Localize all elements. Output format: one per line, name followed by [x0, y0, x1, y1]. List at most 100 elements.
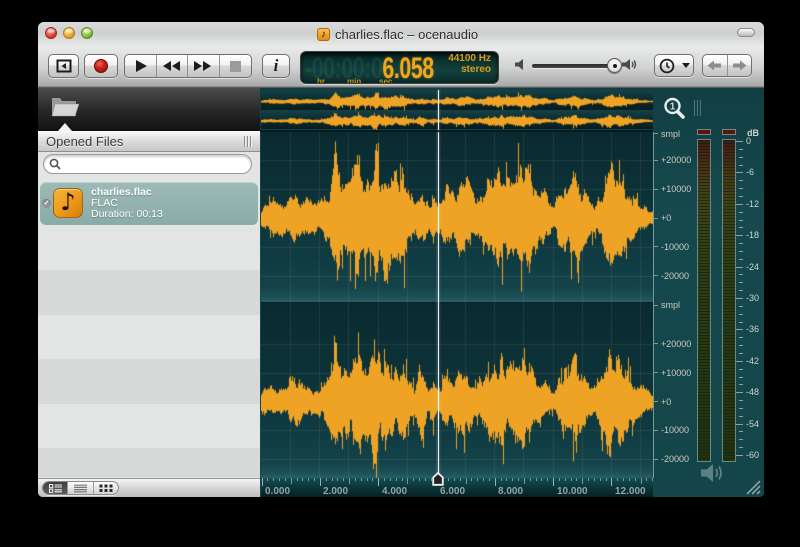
- db-tick: [739, 306, 743, 307]
- ruler-label: 4.000: [382, 486, 407, 497]
- sidebar-toggle-button[interactable]: [48, 54, 79, 78]
- ruler-tick: [495, 478, 496, 486]
- ruler-tick: [297, 478, 298, 481]
- db-label: -42: [746, 356, 759, 366]
- time-ruler[interactable]: 0.0002.0004.0006.0008.00010.00012.000: [261, 478, 653, 497]
- file-meta: charlies.flac FLAC Duration: 00:13: [91, 187, 163, 221]
- view-mode-grid-button[interactable]: [94, 482, 118, 494]
- lcd-sample-rate: 44100 Hz: [448, 54, 491, 65]
- ruler-tick: [477, 478, 478, 481]
- ruler-label: 10.000: [557, 486, 588, 497]
- empty-row: [38, 404, 260, 449]
- history-forward-button[interactable]: [728, 55, 752, 76]
- opened-files-folder-icon[interactable]: [50, 94, 80, 119]
- db-label: -60: [746, 450, 759, 460]
- play-button[interactable]: [125, 55, 157, 77]
- db-tick: [739, 220, 743, 221]
- lcd-unit-min: min: [347, 77, 361, 85]
- db-tick: [739, 196, 743, 197]
- zoom-button[interactable]: [81, 27, 93, 39]
- view-mode-detailed-button[interactable]: [43, 482, 68, 494]
- stop-icon: [230, 61, 241, 72]
- ruler-tick: [541, 478, 542, 481]
- db-tick: [739, 431, 743, 432]
- ruler-tick: [565, 478, 566, 481]
- ruler-tick: [489, 478, 490, 481]
- file-duration: Duration: 00:13: [91, 209, 163, 220]
- zoom-one-to-one-icon[interactable]: 1: [662, 96, 688, 122]
- ruler-tick: [506, 478, 507, 481]
- playback-time-menu-button[interactable]: [654, 54, 694, 77]
- ruler-label: 2.000: [323, 486, 348, 497]
- db-tick: [736, 235, 743, 236]
- minimize-button[interactable]: [63, 27, 75, 39]
- amplitude-tick: [654, 372, 658, 373]
- db-tick: [736, 455, 743, 456]
- amplitude-tick: [654, 275, 658, 276]
- ruler-tick: [267, 478, 268, 481]
- window-title-group: ♪ charlies.flac – ocenaudio: [317, 26, 478, 42]
- clock-icon: [659, 58, 675, 74]
- history-back-button[interactable]: [703, 55, 728, 76]
- amplitude-label: +20000: [661, 155, 691, 165]
- db-tick: [739, 377, 743, 378]
- db-tick: [736, 172, 743, 173]
- clip-indicator-right: [722, 129, 736, 135]
- waveform-plot[interactable]: [261, 132, 653, 479]
- ruler-tick: [576, 478, 577, 481]
- db-tick: [736, 298, 743, 299]
- ruler-tick: [652, 478, 653, 481]
- ruler-tick: [326, 478, 327, 481]
- ruler-tick: [559, 478, 560, 481]
- playhead-marker[interactable]: [432, 472, 444, 486]
- monitor-speaker-icon[interactable]: [700, 462, 728, 484]
- amplitude-tick: [654, 218, 658, 219]
- db-tick: [736, 204, 743, 205]
- panel-drag-grip[interactable]: [244, 136, 253, 147]
- ruler-tick: [536, 478, 537, 481]
- db-tick: [739, 416, 743, 417]
- amplitude-tick: [654, 401, 658, 402]
- db-tick: [739, 180, 743, 181]
- amplitude-label: smpl: [661, 300, 680, 310]
- fast-forward-button[interactable]: [188, 55, 220, 77]
- panel-title: Opened Files: [46, 134, 123, 149]
- ruler-tick: [454, 478, 455, 481]
- amplitude-label: -20000: [661, 271, 689, 281]
- selected-file-item[interactable]: ✓ ♪ charlies.flac FLAC Duration: 00:13: [40, 182, 258, 225]
- toolbar-toggle-lozenge[interactable]: [737, 28, 755, 37]
- empty-row: [38, 226, 260, 271]
- overview-strip[interactable]: [261, 90, 653, 130]
- ruler-tick: [332, 478, 333, 481]
- search-input[interactable]: [43, 154, 252, 174]
- amplitude-label: +10000: [661, 368, 691, 378]
- amplitude-label: smpl: [661, 129, 680, 139]
- view-mode-list-button[interactable]: [68, 482, 93, 494]
- ruler-tick: [355, 478, 356, 481]
- meter-panel-grip[interactable]: [694, 100, 703, 116]
- history-group: [702, 54, 752, 77]
- playhead-cursor[interactable]: [438, 132, 439, 479]
- dropdown-arrow-icon: [682, 63, 690, 68]
- level-meter-left: [697, 139, 711, 462]
- ruler-tick: [367, 478, 368, 481]
- info-button[interactable]: i: [262, 54, 290, 78]
- rewind-button[interactable]: [157, 55, 189, 77]
- close-button[interactable]: [45, 27, 57, 39]
- ruler-tick: [629, 478, 630, 481]
- overview-waveform: [261, 90, 653, 130]
- db-tick: [739, 369, 743, 370]
- record-button[interactable]: [84, 54, 118, 78]
- transport-group: [124, 54, 252, 78]
- grid-icon: [99, 484, 113, 493]
- window-resize-grip[interactable]: [741, 478, 761, 495]
- file-row[interactable]: ✓ ♪ charlies.flac FLAC Duration: 00:13: [38, 181, 260, 226]
- volume-slider-track[interactable]: [532, 64, 618, 68]
- level-meter-right: [722, 139, 736, 462]
- app-note-icon: ♪: [317, 28, 330, 41]
- stop-button[interactable]: [220, 55, 252, 77]
- volume-slider-knob[interactable]: [607, 58, 622, 73]
- db-tick: [739, 439, 743, 440]
- time-display: -00:00:06.058 hr min sec 44100 Hz stereo: [300, 51, 499, 84]
- back-arrow-icon: [707, 60, 722, 71]
